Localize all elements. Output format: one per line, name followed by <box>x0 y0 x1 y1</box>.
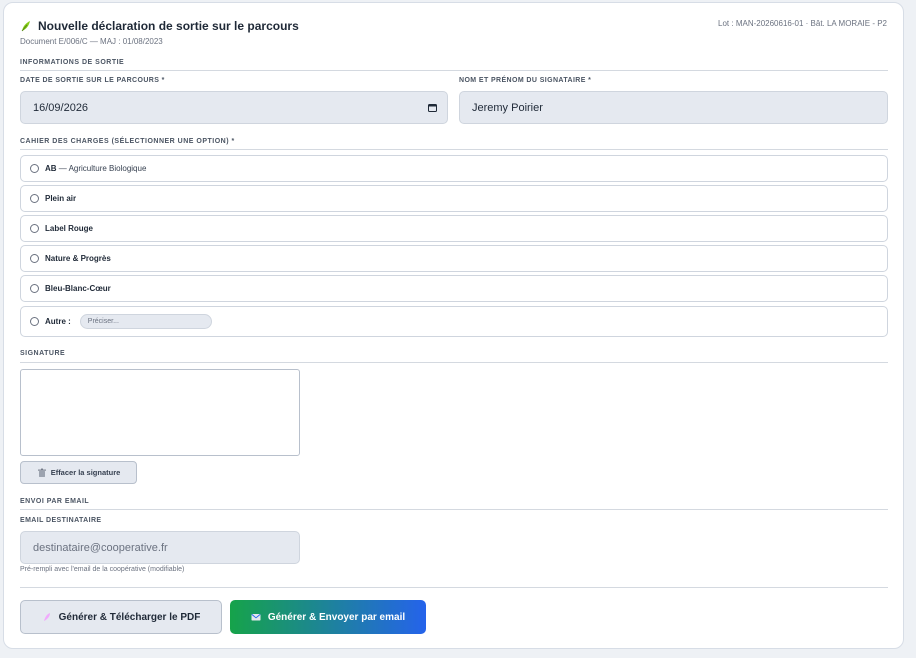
form-card: Nouvelle déclaration de sortie sur le pa… <box>3 2 904 649</box>
section-info-title: INFORMATIONS DE SORTIE <box>20 59 125 66</box>
page-title: Nouvelle déclaration de sortie sur le pa… <box>38 19 299 33</box>
date-label: DATE DE SORTIE SUR LE PARCOURS * <box>20 77 165 84</box>
option-detail: — Agriculture Biologique <box>56 164 147 173</box>
calendar-icon[interactable] <box>428 103 437 112</box>
option-ab[interactable]: AB — Agriculture Biologique <box>20 155 888 182</box>
option-label: Autre : <box>45 317 71 326</box>
generate-pdf-label: Générer & Télécharger le PDF <box>58 611 201 623</box>
option-label: Bleu-Blanc-Cœur <box>45 284 111 293</box>
divider <box>20 149 888 150</box>
clear-signature-button[interactable]: Effacer la signature <box>20 461 137 484</box>
trash-icon <box>37 468 46 477</box>
option-label: Label Rouge <box>45 224 94 233</box>
option-autre[interactable]: Autre : Préciser... <box>20 306 888 337</box>
email-label: EMAIL DESTINATAIRE <box>20 517 102 524</box>
leaf-icon <box>21 21 30 32</box>
radio-label-rouge[interactable] <box>30 224 39 233</box>
signer-input[interactable]: Jeremy Poirier <box>459 91 888 124</box>
radio-plein-air[interactable] <box>30 194 39 203</box>
autre-input[interactable]: Préciser... <box>79 314 212 329</box>
radio-autre[interactable] <box>30 317 39 326</box>
send-email-label: Générer & Envoyer par email <box>267 611 406 623</box>
signature-pad[interactable] <box>20 369 300 456</box>
divider <box>20 362 888 363</box>
divider <box>20 509 888 510</box>
section-email-title: ENVOI PAR EMAIL <box>20 498 90 505</box>
generate-pdf-button[interactable]: Générer & Télécharger le PDF <box>20 600 222 634</box>
email-hint: Pré-rempli avec l'email de la coopérativ… <box>20 566 185 573</box>
envelope-icon <box>251 614 261 621</box>
document-reference: Document E/006/C — MAJ : 01/08/2023 <box>20 37 163 46</box>
option-bleu-blanc-coeur[interactable]: Bleu-Blanc-Cœur <box>20 275 888 302</box>
send-email-button[interactable]: Générer & Envoyer par email <box>230 600 426 634</box>
feather-pen-icon <box>43 613 50 621</box>
lot-info: Lot : MAN-20260616-01 · Bât. LA MORAIE -… <box>718 19 887 28</box>
option-label: Nature & Progrès <box>45 254 111 263</box>
signer-label: NOM ET PRÉNOM DU SIGNATAIRE * <box>459 77 592 84</box>
option-label: AB <box>45 164 57 173</box>
divider <box>20 70 888 71</box>
section-signature-title: SIGNATURE <box>20 350 66 357</box>
divider <box>20 587 888 588</box>
option-label-rouge[interactable]: Label Rouge <box>20 215 888 242</box>
option-label: Plein air <box>45 194 77 203</box>
title-row: Nouvelle déclaration de sortie sur le pa… <box>20 19 299 33</box>
date-input[interactable]: 16/09/2026 <box>20 91 448 124</box>
clear-signature-label: Effacer la signature <box>50 468 121 477</box>
section-cahier-title: CAHIER DES CHARGES (SÉLECTIONNER UNE OPT… <box>20 138 235 145</box>
option-nature-progres[interactable]: Nature & Progrès <box>20 245 888 272</box>
signer-value: Jeremy Poirier <box>472 101 543 114</box>
email-input[interactable]: destinataire@cooperative.fr <box>20 531 300 564</box>
radio-nature-progres[interactable] <box>30 254 39 263</box>
email-placeholder: destinataire@cooperative.fr <box>33 541 168 554</box>
option-plein-air[interactable]: Plein air <box>20 185 888 212</box>
date-value: 16/09/2026 <box>33 101 89 114</box>
radio-ab[interactable] <box>30 164 39 173</box>
radio-bleu-blanc-coeur[interactable] <box>30 284 39 293</box>
